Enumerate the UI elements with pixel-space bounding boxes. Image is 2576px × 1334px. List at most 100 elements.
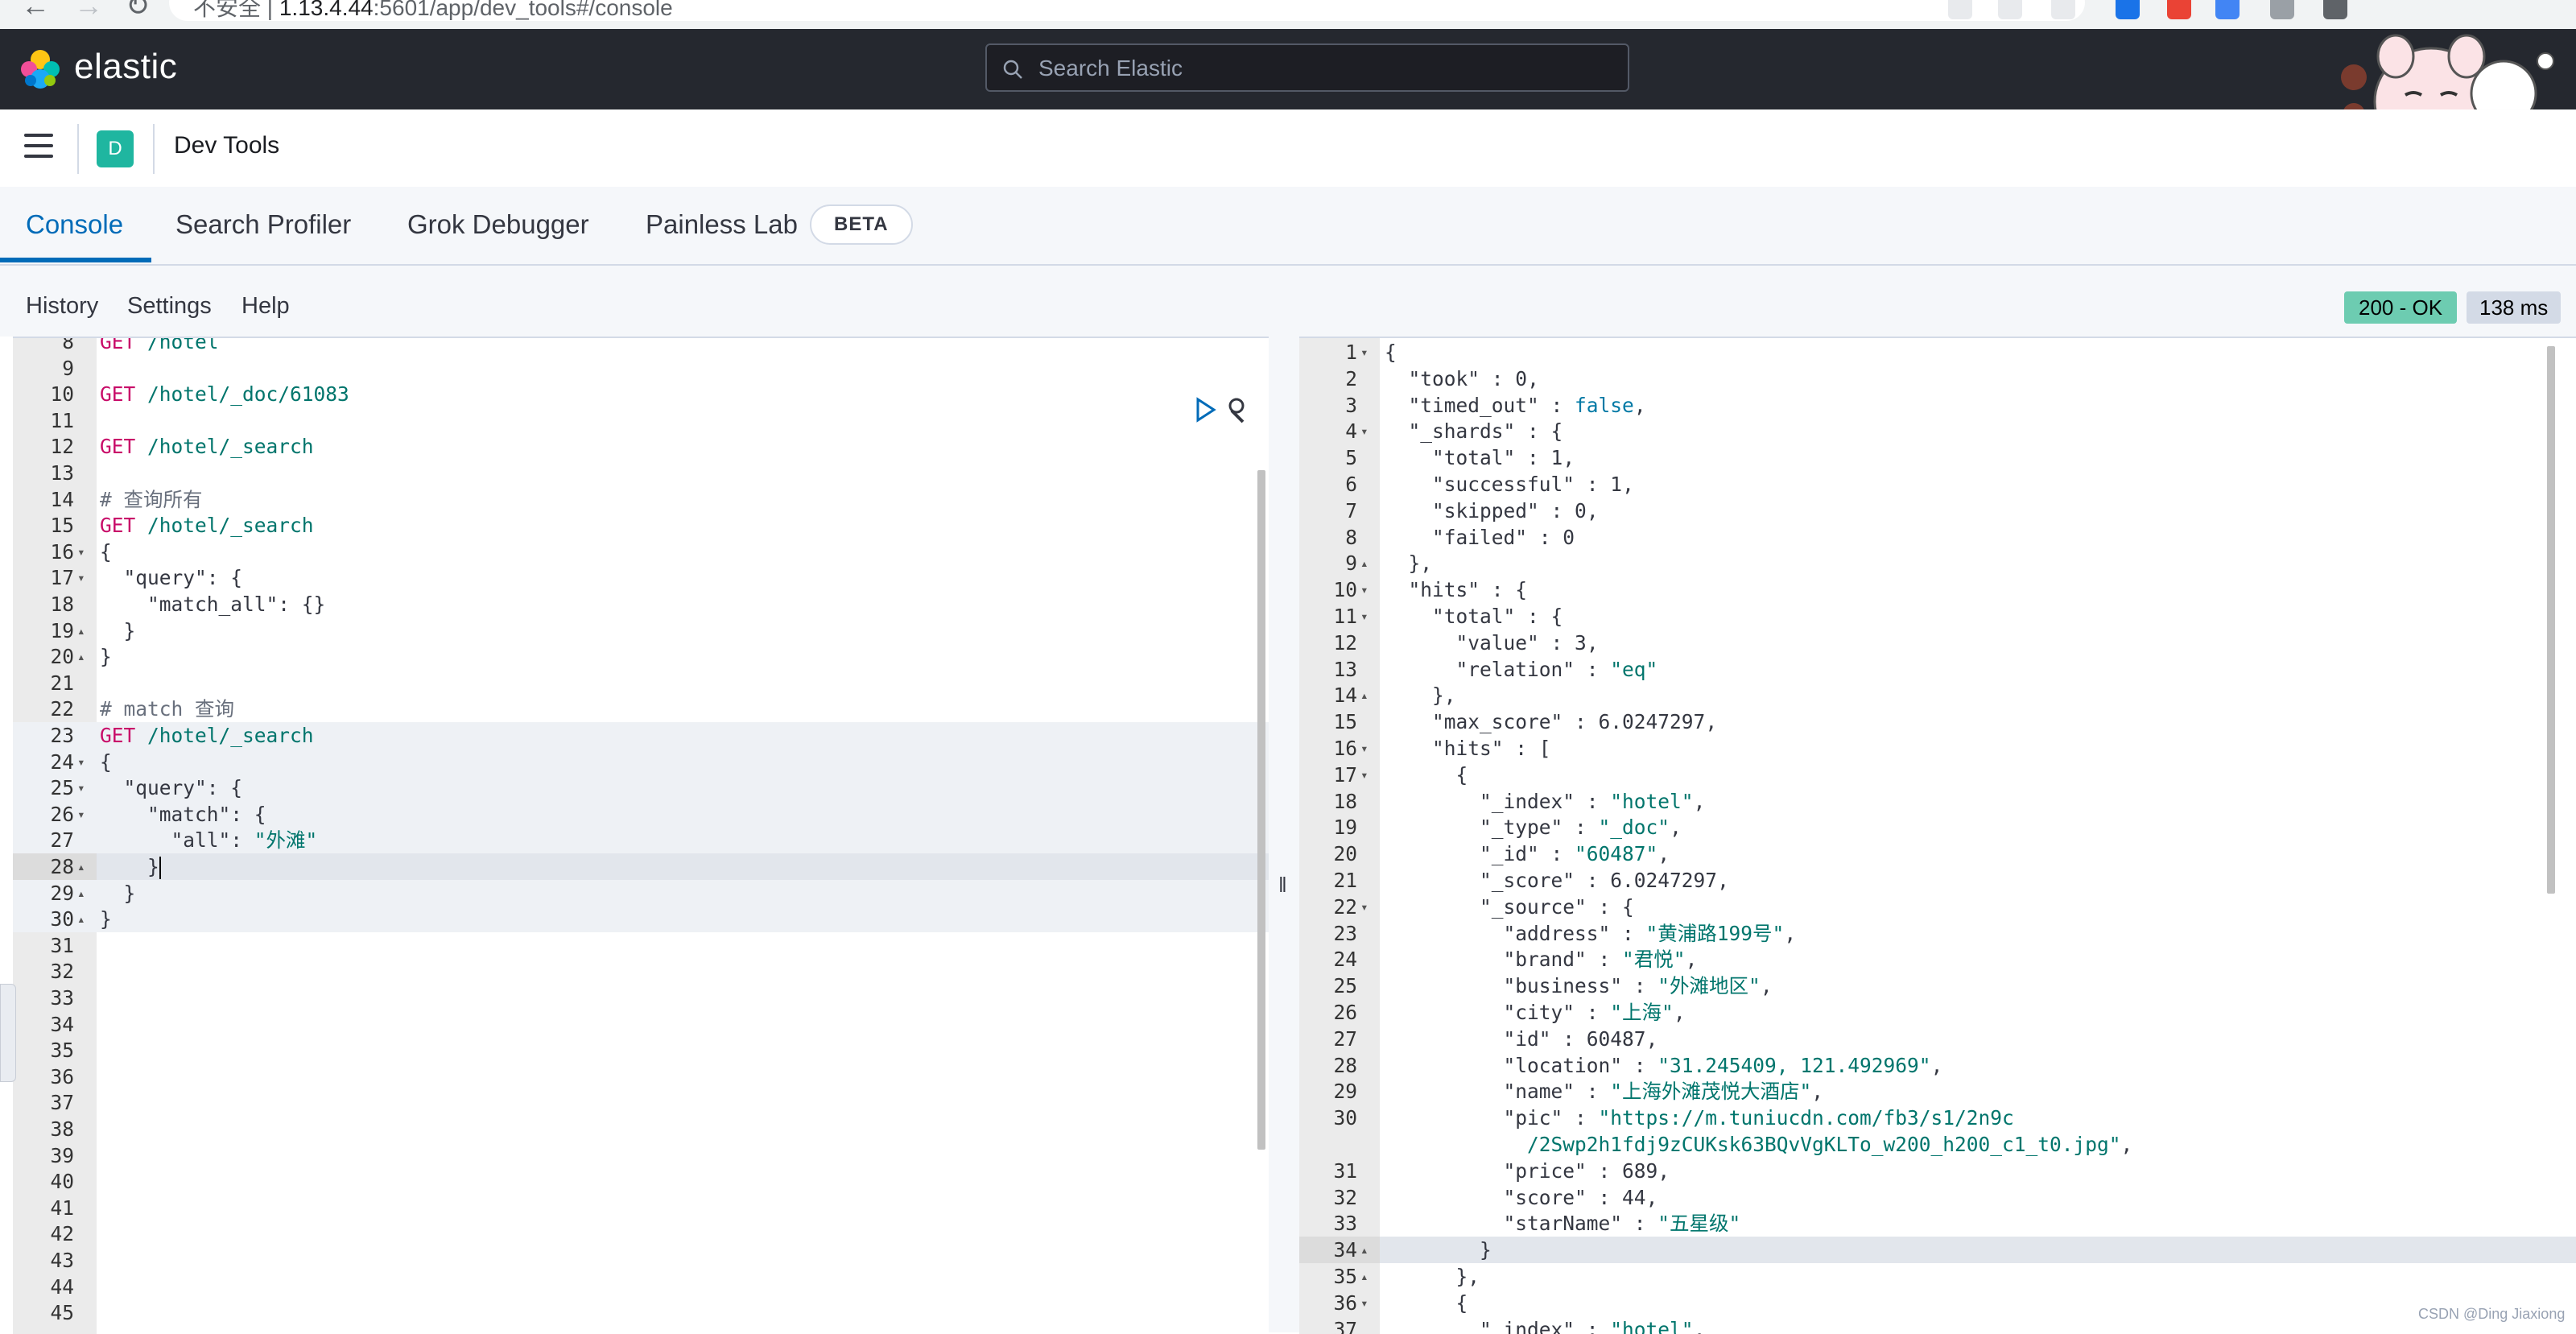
fold-open-icon[interactable]: ▾ [77, 564, 85, 591]
code-line[interactable]: 32 [13, 958, 1269, 985]
resize-grip-icon[interactable]: ‖ [1278, 873, 1287, 898]
request-scrollbar[interactable] [1257, 470, 1265, 1150]
fold-open-icon[interactable]: ▾ [1360, 603, 1368, 630]
code-line[interactable]: 20 "_id" : "60487", [1299, 840, 2576, 867]
code-line[interactable]: 19 "_type" : "_doc", [1299, 814, 2576, 840]
code-line[interactable]: 25 "business" : "外滩地区", [1299, 973, 2576, 999]
settings-link[interactable]: Settings [127, 293, 212, 320]
code-line[interactable]: /2Swp2h1fdj9zCUKsk63BQvVgKLTo_w200_h200_… [1299, 1131, 2576, 1158]
extension-red-icon[interactable] [2167, 0, 2191, 19]
request-editor[interactable]: 8 GET /hotel 9 10 GET /hotel/_doc/61083 11 12 G… [13, 337, 1269, 1334]
tab-grok-debugger[interactable]: Grok Debugger [407, 209, 589, 240]
fold-open-icon[interactable]: ▾ [1360, 1290, 1368, 1316]
code-line[interactable]: 13 [13, 460, 1269, 486]
code-line[interactable]: 33 "starName" : "五星级" [1299, 1210, 2576, 1237]
code-line[interactable]: 38 [13, 1116, 1269, 1142]
code-line[interactable]: 15 GET /hotel/_search [13, 512, 1269, 539]
code-line[interactable]: 16 ▾ { [13, 539, 1269, 565]
breadcrumb-title[interactable]: Dev Tools [174, 132, 279, 159]
code-line[interactable]: 3 "timed_out" : false, [1299, 392, 2576, 419]
tab-console[interactable]: Console [26, 209, 123, 240]
code-line[interactable]: 24 "brand" : "君悦", [1299, 946, 2576, 973]
menu-icon[interactable] [24, 134, 53, 158]
code-line[interactable]: 8 GET /hotel [13, 338, 1269, 355]
star-icon[interactable] [2051, 0, 2075, 19]
code-line[interactable]: 29 "name" : "上海外滩茂悦大酒店", [1299, 1078, 2576, 1105]
url-text[interactable]: 不安全 | 1.13.4.44:5601/app/dev_tools#/cons… [193, 0, 673, 23]
code-line[interactable]: 26 "city" : "上海", [1299, 999, 2576, 1026]
code-line[interactable]: 37 "_index" : "hotel", [1299, 1316, 2576, 1334]
fold-open-icon[interactable]: ▾ [77, 801, 85, 828]
code-line[interactable]: 36 ▾ { [1299, 1290, 2576, 1316]
code-line[interactable]: 39 [13, 1142, 1269, 1169]
code-line[interactable]: 10 ▾ "hits" : { [1299, 576, 2576, 603]
code-line[interactable]: 27 "all": "外滩" [13, 827, 1269, 854]
extension-blue-icon[interactable] [2116, 0, 2140, 19]
fold-close-icon[interactable]: ▴ [77, 906, 85, 932]
extension-icon[interactable] [2215, 0, 2240, 19]
code-line[interactable]: 2 "took" : 0, [1299, 366, 2576, 392]
share-icon[interactable] [1998, 0, 2022, 19]
code-line[interactable]: 33 [13, 985, 1269, 1011]
code-line[interactable]: 18 "_index" : "hotel", [1299, 788, 2576, 815]
code-line[interactable]: 17 ▾ { [1299, 762, 2576, 788]
fold-close-icon[interactable]: ▴ [77, 617, 85, 644]
fold-open-icon[interactable]: ▾ [77, 774, 85, 801]
app-avatar[interactable]: D [97, 130, 134, 167]
wrench-icon[interactable] [1228, 398, 1245, 423]
tab-search-profiler[interactable]: Search Profiler [175, 209, 351, 240]
fold-open-icon[interactable]: ▾ [77, 539, 85, 565]
response-editor[interactable]: 1 ▾{2 "took" : 0, 3 "timed_out" : false, 4 ▾… [1299, 337, 2576, 1334]
global-search[interactable] [985, 43, 1629, 92]
code-line[interactable]: 35 [13, 1037, 1269, 1063]
code-line[interactable]: 1 ▾ { [1299, 339, 2576, 366]
code-line[interactable]: 12 GET /hotel/_search [13, 433, 1269, 460]
code-line[interactable]: 43 [13, 1247, 1269, 1274]
panel-resizer[interactable]: ‖ [1269, 337, 1299, 1332]
code-line[interactable]: 37 [13, 1089, 1269, 1116]
code-line[interactable]: 5 "total" : 1, [1299, 444, 2576, 471]
code-line[interactable]: 40 [13, 1168, 1269, 1195]
code-line[interactable]: 22 # match 查询 [13, 696, 1269, 722]
reload-icon[interactable]: ↻ [126, 0, 150, 23]
elastic-logo-icon[interactable] [19, 48, 61, 90]
code-line[interactable]: 24 ▾ { [13, 748, 1269, 775]
help-link[interactable]: Help [242, 293, 290, 320]
fold-open-icon[interactable]: ▾ [77, 749, 85, 775]
code-line[interactable]: 11 ▾ "total" : { [1299, 603, 2576, 630]
code-line[interactable]: 10 GET /hotel/_doc/61083 [13, 381, 1269, 407]
code-line[interactable]: 23 GET /hotel/_search [13, 722, 1269, 749]
history-link[interactable]: History [26, 293, 98, 320]
code-line[interactable]: 21 [13, 670, 1269, 696]
fold-close-icon[interactable]: ▴ [1360, 1263, 1368, 1290]
fold-close-icon[interactable]: ▴ [77, 643, 85, 670]
code-line[interactable]: 6 "successful" : 1, [1299, 471, 2576, 498]
extension-gray-icon[interactable] [2270, 0, 2294, 19]
code-line[interactable]: 31 "price" : 689, [1299, 1158, 2576, 1184]
code-line[interactable]: 29 ▴ } [13, 879, 1269, 907]
code-line[interactable]: 25 ▾ "query": { [13, 774, 1269, 802]
fold-close-icon[interactable]: ▴ [1360, 550, 1368, 576]
fold-close-icon[interactable]: ▴ [1360, 1237, 1368, 1263]
fold-open-icon[interactable]: ▾ [1360, 576, 1368, 603]
fold-open-icon[interactable]: ▾ [1360, 894, 1368, 920]
code-line[interactable]: 17 ▾ "query": { [13, 564, 1269, 591]
code-line[interactable]: 28 ▴ } [13, 853, 1269, 880]
code-line[interactable]: 18 "match_all": {} [13, 591, 1269, 617]
fold-open-icon[interactable]: ▾ [1360, 762, 1368, 788]
fold-close-icon[interactable]: ▴ [1360, 682, 1368, 708]
fold-open-icon[interactable]: ▾ [1360, 339, 1368, 366]
code-line[interactable]: 30 "pic" : "https://m.tuniucdn.com/fb3/s… [1299, 1105, 2576, 1131]
code-line[interactable]: 44 [13, 1274, 1269, 1300]
code-line[interactable]: 23 "address" : "黄浦路199号", [1299, 920, 2576, 947]
code-line[interactable]: 34 [13, 1011, 1269, 1038]
code-line[interactable]: 28 "location" : "31.245409, 121.492969", [1299, 1052, 2576, 1079]
code-line[interactable]: 31 [13, 932, 1269, 959]
brand-name[interactable]: elastic [74, 47, 177, 87]
code-line[interactable]: 16 ▾ "hits" : [ [1299, 735, 2576, 762]
code-line[interactable]: 42 [13, 1220, 1269, 1247]
code-line[interactable]: 9 ▴ }, [1299, 550, 2576, 576]
forward-icon[interactable]: → [74, 0, 103, 23]
play-icon[interactable] [1196, 397, 1216, 423]
code-line[interactable]: 14 # 查询所有 [13, 486, 1269, 513]
